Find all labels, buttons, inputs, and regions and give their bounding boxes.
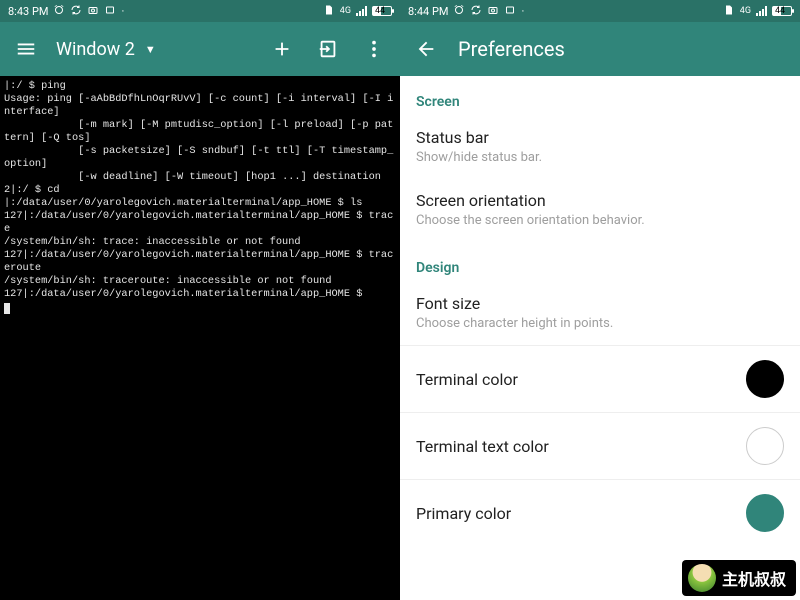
pref-screen-orientation[interactable]: Screen orientation Choose the screen ori… bbox=[400, 179, 800, 242]
terminal-appbar: Window 2 ▼ bbox=[0, 22, 400, 76]
camera-icon bbox=[87, 4, 99, 19]
alarm-icon bbox=[53, 4, 65, 19]
sync-icon bbox=[470, 4, 482, 19]
pref-terminal-color[interactable]: Terminal color bbox=[400, 346, 800, 412]
signal-icon bbox=[756, 6, 767, 16]
hamburger-icon[interactable] bbox=[6, 29, 46, 69]
import-icon[interactable] bbox=[308, 29, 348, 69]
section-header-screen: Screen bbox=[400, 76, 800, 116]
window-title[interactable]: Window 2 bbox=[56, 39, 135, 60]
status-time: 8:44 PM bbox=[408, 5, 448, 18]
sync-icon bbox=[70, 4, 82, 19]
pref-subtitle: Show/hide status bar. bbox=[416, 150, 784, 165]
back-icon[interactable] bbox=[406, 29, 446, 69]
net-label: 4G bbox=[340, 6, 351, 16]
overflow-menu-icon[interactable] bbox=[354, 29, 394, 69]
camera-icon bbox=[487, 4, 499, 19]
cursor bbox=[4, 303, 10, 314]
net-label: 4G bbox=[740, 6, 751, 16]
watermark-badge: 主机叔叔 bbox=[682, 560, 796, 596]
pref-status-bar[interactable]: Status bar Show/hide status bar. bbox=[400, 116, 800, 179]
card-icon bbox=[104, 4, 116, 19]
terminal-output[interactable]: |:/ $ ping Usage: ping [-aAbBdDfhLnOqrRU… bbox=[0, 76, 400, 600]
status-dot: · bbox=[121, 5, 124, 18]
color-swatch bbox=[746, 427, 784, 465]
watermark-text: 主机叔叔 bbox=[722, 566, 786, 590]
preferences-appbar: Preferences bbox=[400, 22, 800, 76]
status-dot: · bbox=[521, 5, 524, 18]
pref-title: Terminal color bbox=[416, 370, 518, 389]
sim-icon bbox=[723, 4, 735, 19]
battery-icon: 44 bbox=[372, 6, 392, 16]
mascot-icon bbox=[688, 564, 716, 592]
pref-title: Terminal text color bbox=[416, 437, 549, 456]
signal-icon bbox=[356, 6, 367, 16]
phone-preferences: 8:44 PM · 4G 44 Preferences bbox=[400, 0, 800, 600]
pref-primary-color[interactable]: Primary color bbox=[400, 480, 800, 546]
pref-title: Primary color bbox=[416, 504, 511, 523]
pref-title: Font size bbox=[416, 294, 784, 313]
preferences-list[interactable]: Screen Status bar Show/hide status bar. … bbox=[400, 76, 800, 600]
card-icon bbox=[504, 4, 516, 19]
status-time: 8:43 PM bbox=[8, 5, 48, 18]
color-swatch bbox=[746, 494, 784, 532]
alarm-icon bbox=[453, 4, 465, 19]
pref-font-size[interactable]: Font size Choose character height in poi… bbox=[400, 282, 800, 345]
pref-subtitle: Choose the screen orientation behavior. bbox=[416, 213, 784, 228]
pref-title: Screen orientation bbox=[416, 191, 784, 210]
status-bar: 8:44 PM · 4G 44 bbox=[400, 0, 800, 22]
pref-title: Status bar bbox=[416, 128, 784, 147]
status-bar: 8:43 PM · 4G 44 bbox=[0, 0, 400, 22]
phone-terminal: 8:43 PM · 4G 44 Window 2 ▼ bbox=[0, 0, 400, 600]
page-title: Preferences bbox=[458, 37, 565, 61]
battery-icon: 44 bbox=[772, 6, 792, 16]
new-tab-button[interactable] bbox=[262, 29, 302, 69]
pref-subtitle: Choose character height in points. bbox=[416, 316, 784, 331]
sim-icon bbox=[323, 4, 335, 19]
section-header-design: Design bbox=[400, 242, 800, 282]
color-swatch bbox=[746, 360, 784, 398]
pref-terminal-text-color[interactable]: Terminal text color bbox=[400, 413, 800, 479]
chevron-down-icon[interactable]: ▼ bbox=[145, 43, 156, 56]
